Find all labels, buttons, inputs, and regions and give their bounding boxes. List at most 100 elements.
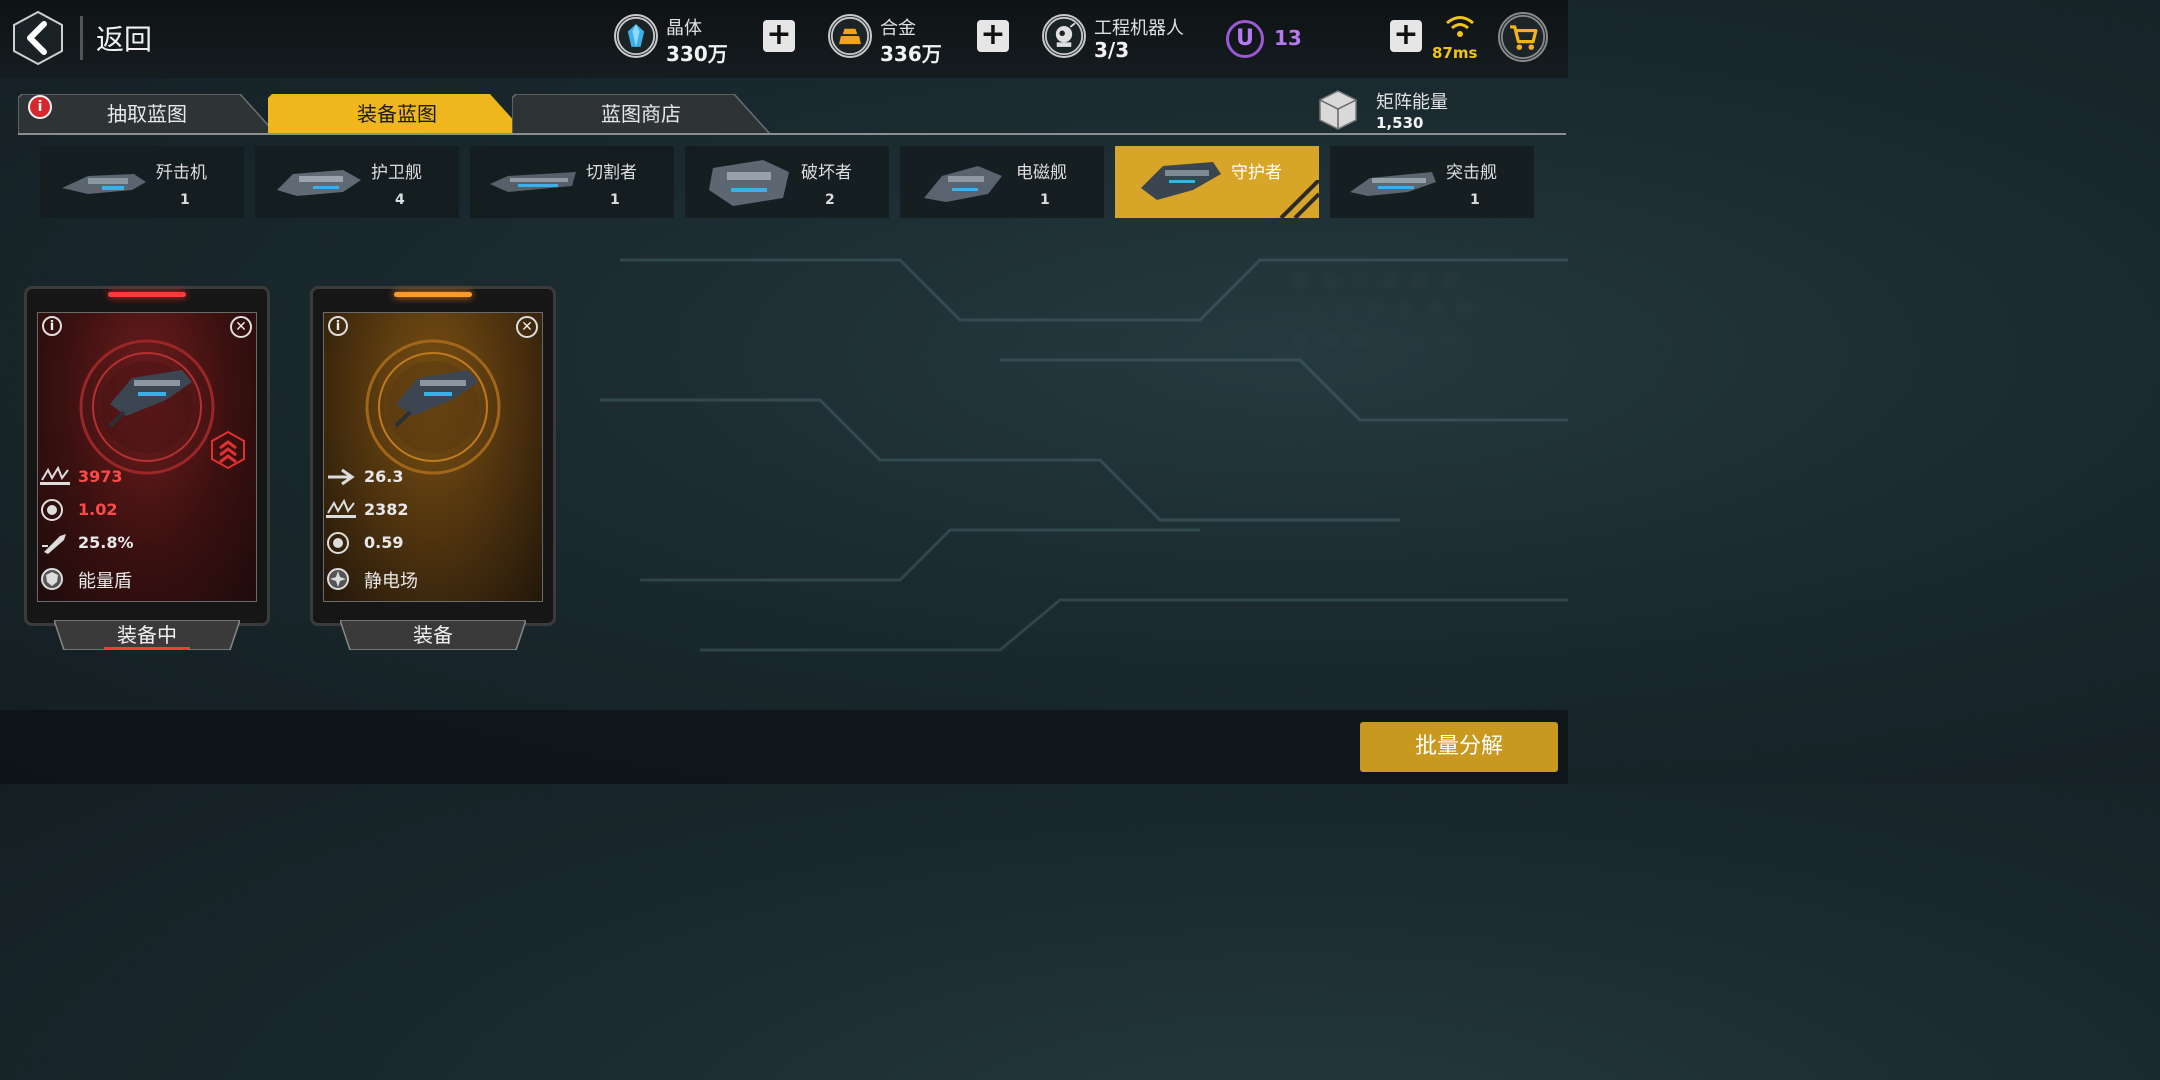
ship-class-name: 歼击机 <box>156 163 207 183</box>
card-close-button[interactable]: ✕ <box>516 316 538 338</box>
shield-icon <box>41 568 63 590</box>
ship-class-destroyer[interactable]: 破坏者 2 <box>685 146 889 218</box>
add-alloy-button[interactable]: + <box>977 20 1009 52</box>
speed-icon <box>328 468 355 486</box>
stat-row: 25.8% <box>40 532 250 556</box>
robot-label: 工程机器人 <box>1094 18 1184 39</box>
ship-class-guardian[interactable]: 守护者 <box>1115 146 1319 218</box>
static-field-icon <box>327 568 349 590</box>
matrix-cube-icon <box>1319 90 1357 130</box>
stat-row: 3973 <box>40 466 250 490</box>
rank-chevron-icon <box>211 430 245 470</box>
stat-value: 26.3 <box>364 467 404 486</box>
button-label: 装备 <box>413 623 453 647</box>
ship-class-count: 1 <box>610 192 620 208</box>
alloy-icon <box>828 14 872 58</box>
ship-class-count: 1 <box>180 192 190 208</box>
card-rarity-glow <box>394 292 472 297</box>
stat-value: 25.8% <box>78 533 134 552</box>
robot-resource: 工程机器人 3/3 <box>1042 14 1212 64</box>
tab-underline <box>18 133 1566 135</box>
blueprint-card-equipped[interactable]: i ✕ 3973 1.02 25.8% 能量盾 装备中 <box>24 286 270 650</box>
ping-readout: 87ms <box>1432 44 1478 62</box>
active-stripes <box>1279 180 1319 218</box>
skill-row: 能量盾 <box>40 568 250 592</box>
alloy-label: 合金 <box>880 18 916 39</box>
skill-row: 静电场 <box>326 568 536 592</box>
alloy-resource: 合金 336万 <box>828 14 958 66</box>
stat-value: 3973 <box>78 467 123 486</box>
energy-icon <box>41 499 63 521</box>
matrix-energy-value: 1,530 <box>1376 114 1424 132</box>
stat-row: 0.59 <box>326 532 536 556</box>
ship-thumbnail <box>1141 162 1221 200</box>
ship-class-name: 切割者 <box>586 163 637 183</box>
energy-icon <box>327 532 349 554</box>
crystal-icon <box>614 14 658 58</box>
ship-class-name: 突击舰 <box>1446 163 1497 183</box>
ship-class-count: 2 <box>825 192 835 208</box>
stat-row: 1.02 <box>40 499 250 523</box>
back-arrow-icon[interactable] <box>12 10 64 66</box>
armor-icon <box>326 499 356 518</box>
card-info-button[interactable]: i <box>42 316 62 336</box>
ship-class-fighter[interactable]: 歼击机 1 <box>40 146 244 218</box>
ship-class-row: 歼击机 1 护卫舰 4 切割者 1 破坏者 2 电磁舰 1 守护者 突击舰 1 <box>40 146 1560 218</box>
tab-draw-blueprint[interactable]: 抽取蓝图 <box>18 94 276 134</box>
robot-value: 3/3 <box>1094 38 1130 62</box>
skill-label: 能量盾 <box>78 571 132 592</box>
ship-thumbnail <box>1350 172 1436 196</box>
ship-thumbnail <box>490 172 576 192</box>
ship-class-name: 电磁舰 <box>1016 163 1067 183</box>
button-label: 装备中 <box>117 623 177 647</box>
tab-label: 装备蓝图 <box>357 102 437 126</box>
crystal-value: 330万 <box>666 42 728 66</box>
missile-icon <box>42 534 66 554</box>
ship-thumbnail <box>277 170 361 196</box>
card-rarity-glow <box>108 292 186 297</box>
tab-label: 抽取蓝图 <box>107 102 187 126</box>
skill-label: 静电场 <box>364 571 418 592</box>
tab-blueprint-shop[interactable]: 蓝图商店 <box>512 94 770 134</box>
matrix-energy-label: 矩阵能量 <box>1376 92 1448 113</box>
ship-class-count: 1 <box>1040 192 1050 208</box>
ship-class-assault[interactable]: 突击舰 1 <box>1330 146 1534 218</box>
ship-class-name: 护卫舰 <box>371 163 422 183</box>
armor-icon <box>40 466 70 485</box>
alloy-value: 336万 <box>880 42 942 66</box>
back-label[interactable]: 返回 <box>96 18 152 58</box>
tab-equip-blueprint[interactable]: 装备蓝图 <box>268 94 526 134</box>
ship-class-name: 破坏者 <box>801 163 852 183</box>
tab-label: 蓝图商店 <box>601 102 681 126</box>
ship-class-count: 4 <box>395 192 405 208</box>
alert-badge: i <box>28 95 52 119</box>
ship-class-escort[interactable]: 护卫舰 4 <box>255 146 459 218</box>
ship-image <box>108 370 192 428</box>
equip-button[interactable]: 装备 <box>340 620 526 650</box>
ship-class-count: 1 <box>1470 192 1480 208</box>
batch-decompose-button[interactable]: 批量分解 <box>1360 722 1558 772</box>
ship-class-cutter[interactable]: 切割者 1 <box>470 146 674 218</box>
header-divider <box>80 16 83 60</box>
equipped-status-button[interactable]: 装备中 <box>54 620 240 650</box>
ship-class-emp[interactable]: 电磁舰 1 <box>900 146 1104 218</box>
ship-image <box>394 370 478 428</box>
card-info-button[interactable]: i <box>328 316 348 336</box>
wifi-icon <box>1446 16 1474 37</box>
stat-value: 0.59 <box>364 533 404 552</box>
stat-value: 2382 <box>364 500 409 519</box>
card-close-button[interactable]: ✕ <box>230 316 252 338</box>
add-u-currency-button[interactable]: + <box>1390 20 1422 52</box>
bottom-bar <box>0 710 1568 784</box>
stat-row: 2382 <box>326 499 536 523</box>
shop-cart-icon[interactable] <box>1498 12 1548 62</box>
crystal-label: 晶体 <box>666 18 702 39</box>
u-currency-icon: U <box>1226 20 1264 58</box>
robot-icon <box>1042 14 1086 58</box>
crystal-resource: 晶体 330万 <box>614 14 744 66</box>
ship-thumbnail <box>924 166 1002 202</box>
add-crystal-button[interactable]: + <box>763 20 795 52</box>
blueprint-card[interactable]: i ✕ 26.3 2382 0.59 静电场 装备 <box>310 286 556 650</box>
u-currency-count: 13 <box>1274 26 1302 50</box>
ship-thumbnail <box>62 174 146 194</box>
